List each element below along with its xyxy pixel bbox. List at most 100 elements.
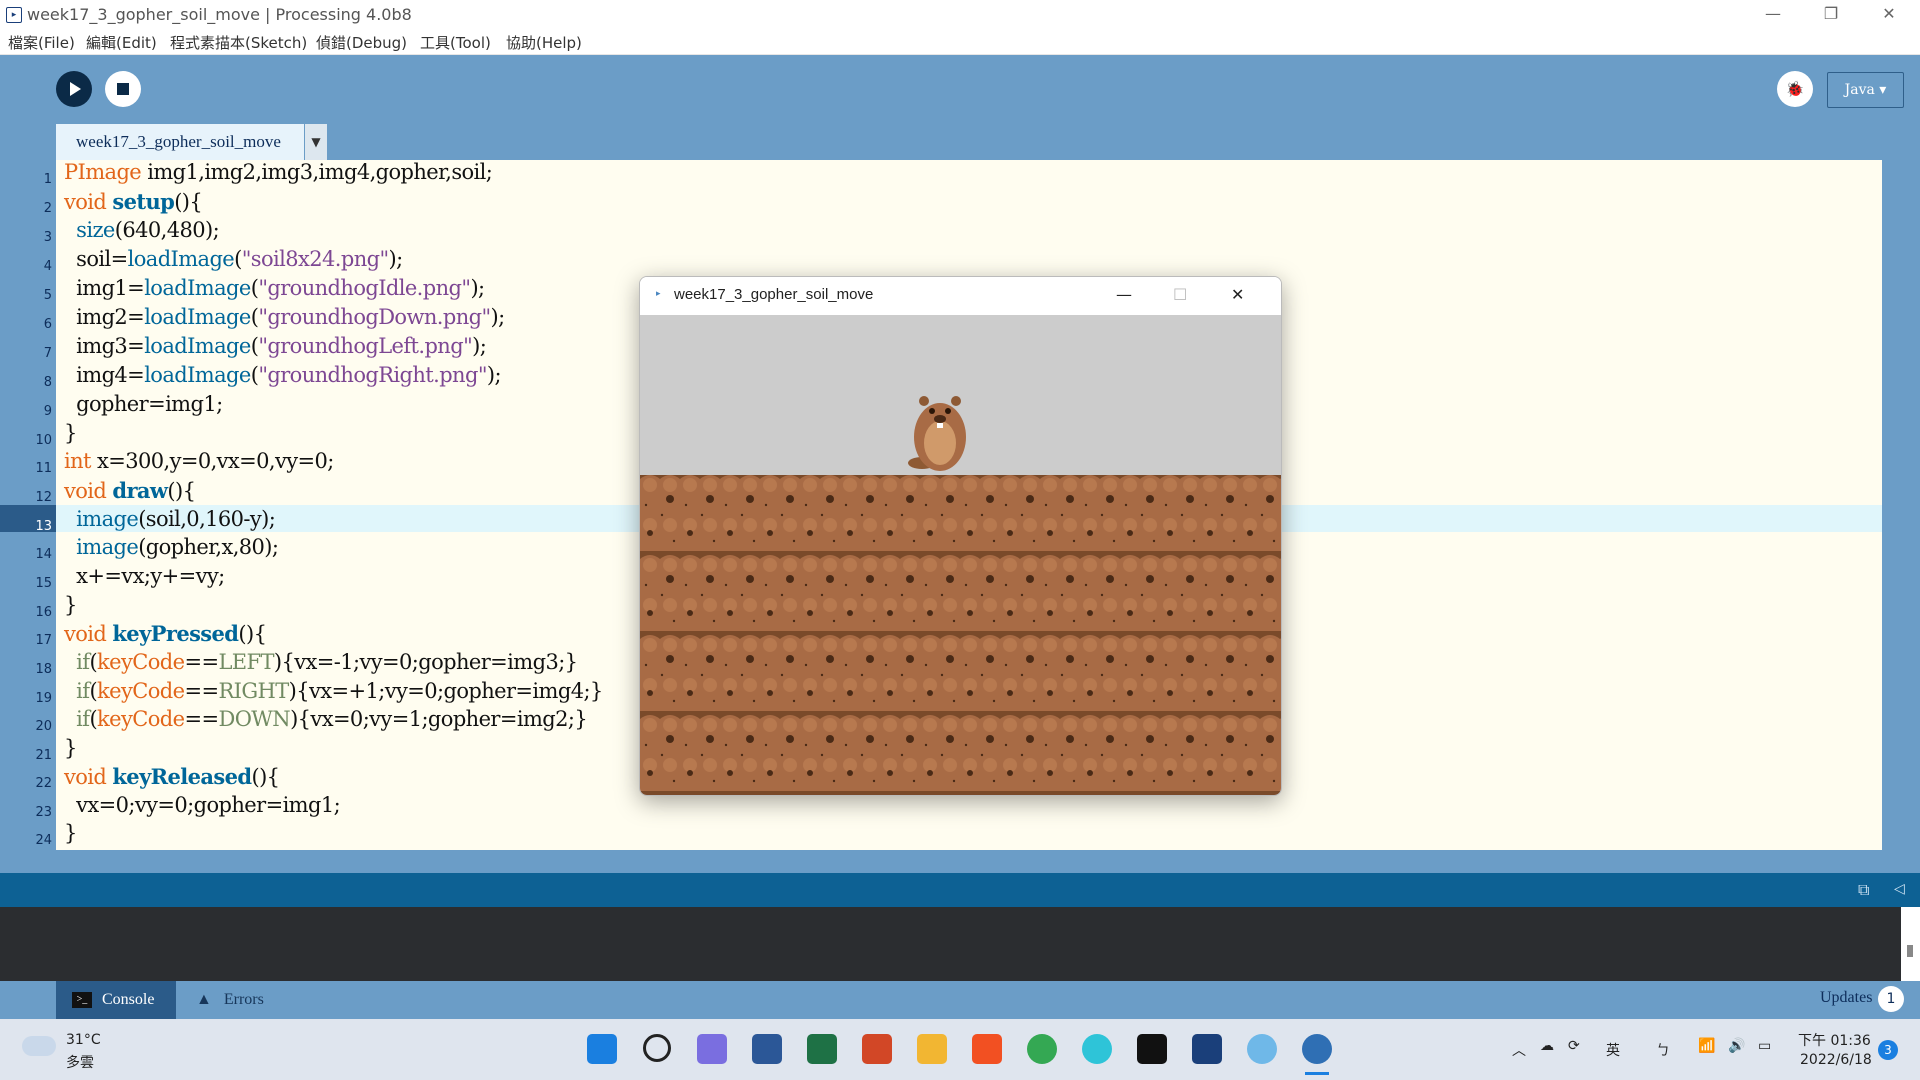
line-number: 23 — [35, 805, 52, 820]
volume-icon[interactable]: 🔊 — [1728, 1038, 1745, 1054]
code-line: int x=300,y=0,vx=0,vy=0; — [64, 449, 334, 473]
menu-tool[interactable]: 工具(Tool) — [420, 32, 491, 53]
run-button[interactable] — [56, 71, 92, 107]
weather-temperature[interactable]: 31°C — [66, 1032, 101, 1048]
processing-app-icon[interactable] — [1192, 1034, 1222, 1064]
code-line: soil=loadImage("soil8x24.png"); — [64, 247, 403, 271]
collapse-console-icon[interactable]: ◁ — [1894, 881, 1905, 897]
code-line: void keyPressed(){ — [64, 621, 267, 646]
processing-small-icon: ▸ — [656, 289, 661, 299]
sketch-minimize-button[interactable]: — — [1116, 285, 1132, 304]
line-number: 14 — [35, 547, 52, 562]
code-line: image(soil,0,160-y); — [76, 507, 276, 531]
line-number: 16 — [35, 605, 52, 620]
line-number: 22 — [35, 776, 52, 791]
code-line: } — [64, 421, 77, 445]
updates-count-badge[interactable]: 1 — [1878, 986, 1904, 1012]
debug-icon: 🐞 — [1785, 80, 1805, 98]
tab-sketch[interactable]: week17_3_gopher_soil_move — [56, 124, 304, 160]
line-number: 24 — [35, 833, 52, 848]
window-title: week17_3_gopher_soil_move | Processing 4… — [27, 5, 412, 24]
line-number: 20 — [35, 719, 52, 734]
updates-label[interactable]: Updates — [1820, 989, 1872, 1007]
debugger-toggle-button[interactable]: 🐞 — [1777, 71, 1813, 107]
menu-sketch[interactable]: 程式素描本(Sketch) — [170, 32, 307, 53]
taskbar — [0, 1019, 1920, 1080]
code-line: if(keyCode==DOWN){vx=0;vy=1;gopher=img2;… — [76, 707, 588, 731]
line-number: 7 — [43, 346, 52, 361]
code-line: void keyReleased(){ — [64, 764, 280, 789]
weather-description[interactable]: 多雲 — [66, 1052, 94, 1072]
line-number: 13 — [35, 519, 52, 534]
console-scrollbar[interactable] — [1901, 907, 1920, 981]
chrome-icon[interactable] — [1027, 1034, 1057, 1064]
line-number: 2 — [43, 201, 52, 216]
sketch-close-button[interactable]: ✕ — [1231, 285, 1244, 304]
status-bar: ⧉ ◁ — [0, 873, 1920, 907]
teams-chat-icon[interactable] — [697, 1034, 727, 1064]
line-number: 5 — [43, 288, 52, 303]
code-line: if(keyCode==RIGHT){vx=+1;vy=0;gopher=img… — [76, 679, 603, 703]
editor-scrollbar[interactable] — [1882, 160, 1920, 850]
microsoft-store-icon[interactable] — [972, 1034, 1002, 1064]
code-line: img2=loadImage("groundhogDown.png"); — [64, 305, 505, 329]
search-icon[interactable] — [643, 1034, 671, 1062]
netflix-icon[interactable] — [1137, 1034, 1167, 1064]
sketch-window-title-bar: ▸ week17_3_gopher_soil_move — ☐ ✕ — [640, 277, 1281, 315]
weather-cloud-icon[interactable] — [22, 1036, 56, 1056]
paint-icon[interactable] — [1247, 1034, 1277, 1064]
menu-file[interactable]: 檔案(File) — [8, 32, 75, 53]
line-number: 8 — [43, 375, 52, 390]
line-number: 3 — [43, 230, 52, 245]
line-number: 18 — [35, 662, 52, 677]
wifi-icon[interactable]: 📶 — [1698, 1038, 1715, 1054]
excel-icon[interactable] — [807, 1034, 837, 1064]
sync-icon[interactable]: ⟳ — [1568, 1038, 1580, 1054]
minimize-button[interactable]: — — [1744, 0, 1802, 28]
code-line: img3=loadImage("groundhogLeft.png"); — [64, 334, 487, 358]
clock-time[interactable]: 下午 01:36 — [1798, 1030, 1871, 1050]
line-number: 12 — [35, 490, 52, 505]
kmplayer-icon[interactable] — [1082, 1034, 1112, 1064]
code-line: size(640,480); — [76, 218, 220, 242]
menu-help[interactable]: 協助(Help) — [506, 32, 582, 53]
code-line: img4=loadImage("groundhogRight.png"); — [64, 363, 501, 387]
copy-icon[interactable]: ⧉ — [1858, 880, 1869, 900]
line-number: 15 — [35, 576, 52, 591]
console-output[interactable] — [0, 907, 1920, 981]
battery-icon[interactable]: ▭ — [1758, 1038, 1771, 1054]
processing-running-icon[interactable] — [1302, 1034, 1332, 1064]
sketch-window-title: week17_3_gopher_soil_move — [674, 286, 874, 303]
menu-edit[interactable]: 編輯(Edit) — [86, 32, 157, 53]
notification-badge[interactable]: 3 — [1878, 1040, 1898, 1060]
word-icon[interactable] — [752, 1034, 782, 1064]
sketch-canvas[interactable] — [640, 315, 1281, 795]
show-hidden-icons[interactable]: ︿ — [1512, 1040, 1526, 1060]
powerpoint-icon[interactable] — [862, 1034, 892, 1064]
line-number: 17 — [35, 633, 52, 648]
tab-menu-button[interactable]: ▼ — [305, 124, 327, 160]
clock-date[interactable]: 2022/6/18 — [1800, 1052, 1872, 1068]
processing-icon: ▸ — [6, 7, 22, 23]
mode-selector[interactable]: Java ▾ — [1827, 72, 1904, 108]
sketch-window[interactable]: ▸ week17_3_gopher_soil_move — ☐ ✕ — [639, 276, 1282, 796]
ime-mode-icon[interactable]: ㄅ — [1656, 1040, 1670, 1060]
tab-errors[interactable]: ▲ Errors — [192, 981, 302, 1019]
ime-language[interactable]: 英 — [1606, 1040, 1620, 1060]
stop-button[interactable] — [105, 71, 141, 107]
tab-console[interactable]: >_ Console — [56, 981, 176, 1019]
menu-bar: 檔案(File) 編輯(Edit) 程式素描本(Sketch) 偵錯(Debug… — [0, 28, 1920, 55]
close-button[interactable]: ✕ — [1860, 0, 1918, 28]
menu-debug[interactable]: 偵錯(Debug) — [316, 32, 407, 53]
restore-button[interactable]: ❐ — [1802, 0, 1860, 28]
onedrive-icon[interactable]: ☁ — [1540, 1038, 1554, 1054]
line-number: 10 — [35, 433, 52, 448]
tab-errors-label: Errors — [223, 991, 264, 1008]
line-number: 6 — [43, 317, 52, 332]
sketch-maximize-button[interactable]: ☐ — [1173, 285, 1187, 304]
file-explorer-icon[interactable] — [917, 1034, 947, 1064]
code-line: if(keyCode==LEFT){vx=-1;vy=0;gopher=img3… — [76, 650, 578, 674]
windows-start-icon[interactable] — [587, 1034, 617, 1064]
line-number: 21 — [35, 748, 52, 763]
line-number: 9 — [43, 404, 52, 419]
